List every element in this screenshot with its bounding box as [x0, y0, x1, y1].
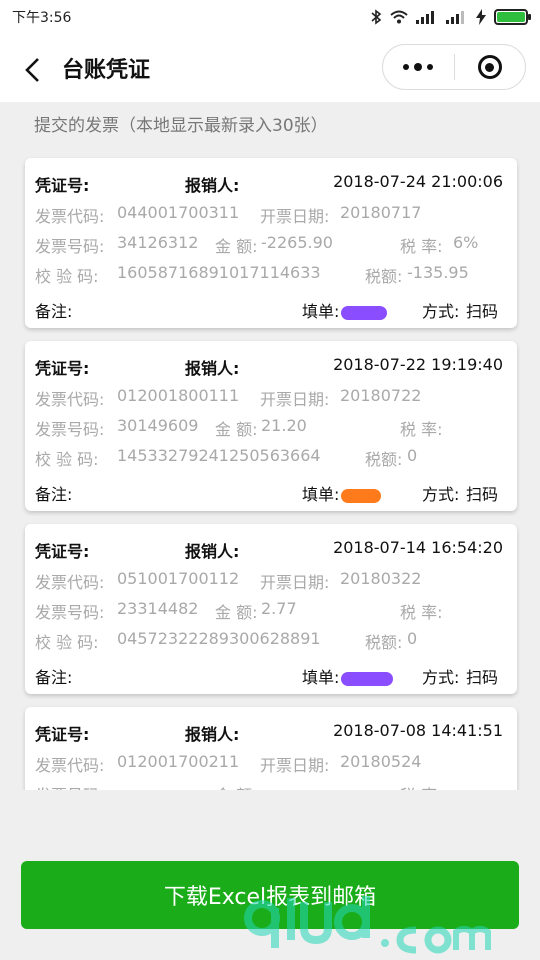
tax-rate-label: 税 率: [400, 603, 443, 622]
voucher-label: 凭证号: [35, 176, 90, 195]
invoice-number: 23314482 [117, 599, 199, 618]
remark-label: 备注: [35, 668, 73, 687]
target-icon [477, 55, 502, 79]
check-code: 14533279241250563664 [117, 446, 321, 465]
invoice-date-label: 开票日期: [260, 573, 330, 592]
nav-bar: 台账凭证 [0, 34, 540, 102]
page-title: 台账凭证 [62, 58, 151, 83]
wifi-icon [390, 10, 408, 24]
invoice-list[interactable]: 凭证号: 报销人: 2018-07-24 21:00:06 发票代码: 0440… [0, 150, 540, 790]
tax-rate-label: 税 率: [400, 420, 443, 439]
reimburser-label: 报销人: [185, 359, 240, 378]
invoice-code-label: 发票代码: [35, 390, 105, 409]
invoice-card[interactable]: 凭证号: 报销人: 2018-07-08 14:41:51 发票代码: 0120… [25, 707, 517, 790]
status-icons [370, 9, 531, 25]
more-button[interactable] [383, 45, 454, 89]
invoice-date-label: 开票日期: [260, 207, 330, 226]
tax-amount: 0 [407, 629, 418, 648]
reimburser-label: 报销人: [185, 725, 240, 744]
amount-label: 金 额: [215, 782, 257, 790]
tax-amount-label: 税额: [365, 633, 403, 652]
amount-label: 金 额: [215, 603, 258, 622]
method-label: 方式: [422, 668, 460, 687]
tax-amount: -135.95 [407, 263, 469, 282]
bluetooth-icon [371, 9, 382, 25]
check-code-label: 校 验 码: [35, 633, 99, 652]
invoice-code-label: 发票代码: [35, 573, 105, 592]
tax-rate: 6% [453, 233, 479, 252]
check-code-label: 校 验 码: [35, 267, 99, 286]
invoice-number-label: 发票号码: [35, 420, 105, 439]
invoice-number-label: 发票号码: [35, 603, 105, 622]
invoice-code: 012001800111 [117, 386, 240, 405]
datetime: 2018-07-24 21:00:06 [333, 172, 503, 191]
filler-label: 填单: [302, 481, 382, 505]
invoice-card[interactable]: 凭证号: 报销人: 2018-07-22 19:19:40 发票代码: 0120… [25, 341, 517, 511]
close-miniprogram-button[interactable] [455, 45, 526, 89]
amount-label: 金 额: [215, 420, 258, 439]
amount-label: 金 额: [215, 237, 258, 256]
invoice-date-label: 开票日期: [260, 756, 330, 775]
method: 扫码 [466, 668, 499, 687]
redacted-name [341, 488, 382, 503]
check-code: 04572322289300628891 [117, 629, 321, 648]
redacted-name [341, 305, 388, 320]
invoice-number-label: 发票号码: [35, 237, 105, 256]
invoice-code: 044001700311 [117, 203, 240, 222]
signal-icon [416, 11, 434, 24]
tax-rate-label: 税 率: [400, 782, 442, 790]
status-bar: 下午3:56 [0, 0, 540, 34]
charging-icon [476, 9, 486, 25]
mini-program-capsule [382, 44, 526, 90]
method-label: 方式: [422, 485, 460, 504]
invoice-code-label: 发票代码: [35, 207, 105, 226]
method: 扫码 [466, 302, 499, 321]
invoice-number: 30149609 [117, 416, 199, 435]
invoice-card[interactable]: 凭证号: 报销人: 2018-07-14 16:54:20 发票代码: 0510… [25, 524, 517, 694]
invoice-date-label: 开票日期: [260, 390, 330, 409]
invoice-date: 20180524 [340, 752, 422, 771]
invoice-date: 20180322 [340, 569, 422, 588]
filler-label: 填单: [302, 298, 388, 322]
check-code: 16058716891017114633 [117, 263, 321, 282]
redacted-name [341, 671, 394, 686]
invoice-card[interactable]: 凭证号: 报销人: 2018-07-24 21:00:06 发票代码: 0440… [25, 158, 517, 328]
method-label: 方式: [422, 302, 460, 321]
download-excel-button[interactable]: 下载Excel报表到邮箱 [21, 861, 519, 929]
amount: -2265.90 [261, 233, 333, 252]
filler-label: 填单: [302, 664, 394, 688]
datetime: 2018-07-22 19:19:40 [333, 355, 503, 374]
invoice-number-label: 发票号码: [35, 782, 104, 790]
amount: 21.20 [261, 416, 307, 435]
battery-icon [494, 9, 531, 25]
remark-label: 备注: [35, 302, 73, 321]
check-code-label: 校 验 码: [35, 450, 99, 469]
tax-rate-label: 税 率: [400, 237, 443, 256]
remark-label: 备注: [35, 485, 73, 504]
section-title: 提交的发票（本地显示最新录入30张） [34, 116, 328, 136]
invoice-code: 012001700211 [117, 752, 240, 771]
method: 扫码 [466, 485, 499, 504]
datetime: 2018-07-08 14:41:51 [333, 721, 503, 740]
datetime: 2018-07-14 16:54:20 [333, 538, 503, 557]
status-time: 下午3:56 [12, 10, 72, 26]
invoice-date: 20180722 [340, 386, 422, 405]
voucher-label: 凭证号: [35, 359, 90, 378]
invoice-code-label: 发票代码: [35, 756, 105, 775]
signal-icon-2 [446, 11, 464, 24]
tax-amount-label: 税额: [365, 267, 403, 286]
reimburser-label: 报销人: [185, 176, 240, 195]
invoice-number: 34126312 [117, 233, 199, 252]
more-icon [403, 63, 434, 71]
voucher-label: 凭证号: [35, 725, 90, 744]
amount: 2.77 [261, 599, 297, 618]
tax-amount: 0 [407, 446, 418, 465]
tax-amount-label: 税额: [365, 450, 403, 469]
invoice-date: 20180717 [340, 203, 422, 222]
invoice-code: 051001700112 [117, 569, 240, 588]
voucher-label: 凭证号: [35, 542, 90, 561]
back-button[interactable] [22, 57, 44, 82]
chevron-left-icon [25, 58, 39, 82]
reimburser-label: 报销人: [185, 542, 240, 561]
